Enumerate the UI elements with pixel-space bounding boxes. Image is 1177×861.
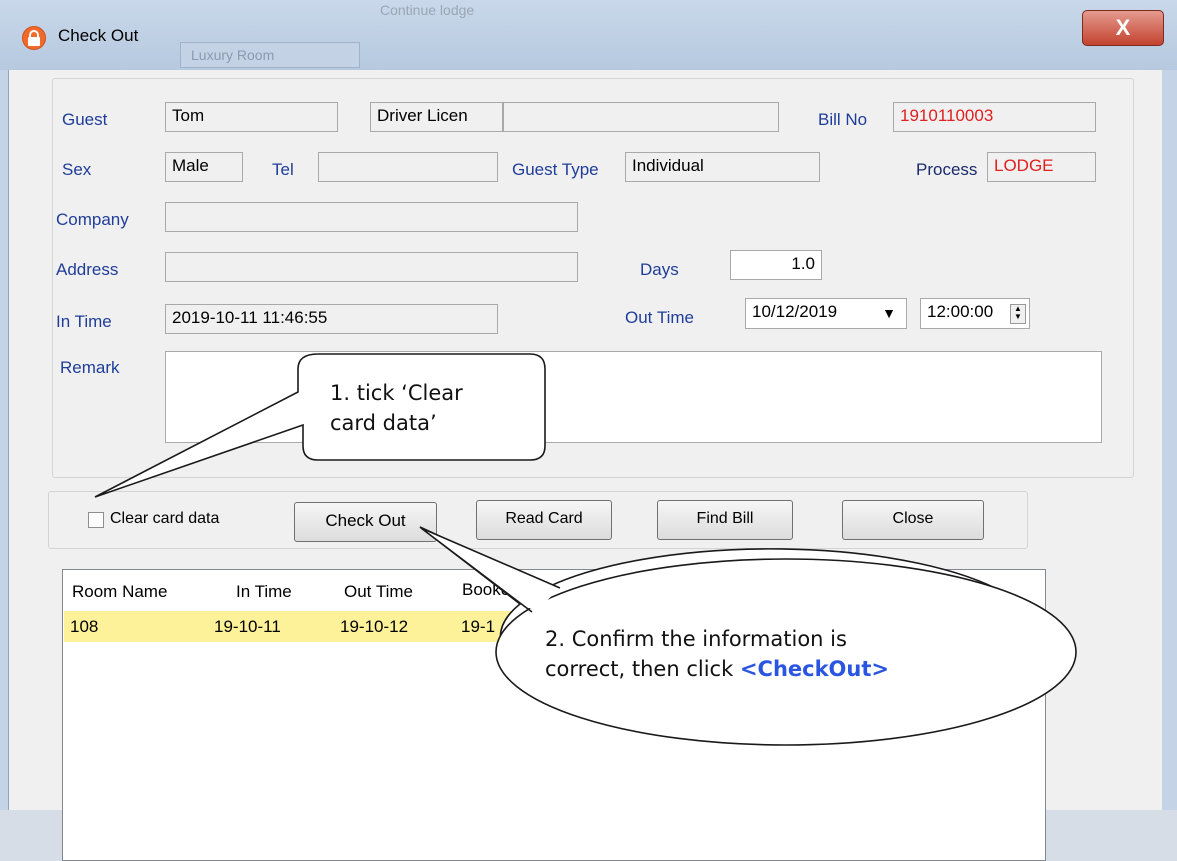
callout-overlay — [94, 353, 1077, 746]
callout-2-line1: 2. Confirm the information is — [545, 627, 847, 651]
callout-1-line2: card data’ — [330, 411, 437, 435]
callout-1-text: 1. tick ‘Clear card data’ — [330, 378, 540, 438]
callout-2-line2: correct, then click <CheckOut> — [545, 654, 1025, 684]
callout-2-line2-prefix: correct, then click — [545, 657, 740, 681]
callout-2-tail — [421, 528, 560, 612]
callout-1-line1: 1. tick ‘Clear — [330, 381, 463, 405]
callout-2-checkout-link: <CheckOut> — [739, 657, 889, 681]
callout-2-text: 2. Confirm the information is correct, t… — [545, 624, 1025, 684]
